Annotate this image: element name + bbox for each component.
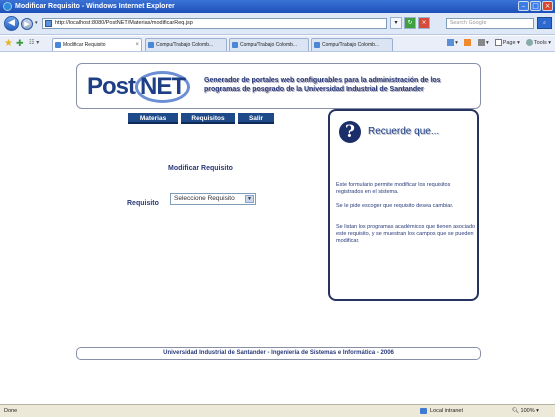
security-zone[interactable]: Local intranet (420, 405, 463, 417)
tab-computrabajo-1[interactable]: Compu/Trabajo Colomb... (145, 38, 227, 51)
print-icon (477, 39, 485, 46)
address-dropdown-icon[interactable]: ▾ (390, 17, 402, 29)
page-menu-button[interactable]: Page ▾ (494, 39, 520, 46)
banner-tagline: Generador de portales web configurables … (204, 77, 441, 93)
home-button[interactable]: ▾ (447, 39, 458, 46)
logo-ring-text: NET (135, 71, 191, 103)
menu-materias-button[interactable]: Materias (128, 113, 178, 124)
close-tab-icon[interactable]: × (135, 39, 139, 51)
tab-label: Compu/Trabajo Colomb... (322, 42, 380, 48)
main-menu: Materias Requisitos Salir (128, 113, 274, 124)
add-favorites-icon[interactable]: ✚ (16, 39, 24, 49)
page-icon (45, 20, 52, 27)
page-icon (55, 42, 61, 48)
tab-toolbar: ★ ✚ ☷ ▾ Modificar Requisito × Compu/Trab… (0, 36, 555, 52)
logo-text: Post (87, 73, 136, 100)
command-bar: ▾ ▾ Page ▾ Tools ▾ (447, 39, 551, 46)
help-text-1: Este formulario permite modificar los re… (336, 182, 451, 195)
help-panel: ? Recuerde que... Este formulario permit… (328, 109, 479, 301)
tab-list-icon[interactable]: ☷ ▾ (29, 39, 39, 46)
menu-requisitos-button[interactable]: Requisitos (181, 113, 235, 124)
tab-computrabajo-3[interactable]: Compu/Trabajo Colomb... (311, 38, 393, 51)
gear-icon (525, 39, 533, 46)
help-title: Recuerde que... (368, 126, 440, 137)
intranet-icon (420, 408, 427, 414)
question-icon: ? (339, 121, 361, 143)
page-content: Post NET Generador de portales web config… (0, 53, 555, 404)
stop-icon[interactable]: × (418, 17, 430, 29)
help-text-3: Se listan los programas académicos que t… (336, 224, 476, 244)
tab-modificar-requisito[interactable]: Modificar Requisito × (52, 38, 142, 51)
address-actions: ▾ ↻ × (390, 17, 430, 29)
maximize-icon[interactable]: □ (530, 1, 541, 11)
favorites-star-icon[interactable]: ★ (4, 39, 13, 49)
search-input[interactable]: Search Google (446, 18, 534, 29)
status-bar: Done Local intranet 🔍︎ 100% ▾ (0, 404, 555, 417)
page-icon (314, 42, 320, 48)
page-icon (494, 39, 502, 46)
page-footer: Universidad Industrial de Santander - In… (76, 347, 481, 360)
search-placeholder: Search Google (450, 20, 487, 26)
back-button[interactable]: ◀ (4, 16, 19, 31)
refresh-icon[interactable]: ↻ (404, 17, 416, 29)
tab-label: Compu/Trabajo Colomb... (240, 42, 298, 48)
address-toolbar: ◀ ▶ ▾ http://localhost:8080/PostNET/Mate… (0, 13, 555, 35)
requisito-label: Requisito (127, 200, 159, 207)
zoom-label: 100% (520, 408, 535, 414)
form-title: Modificar Requisito (168, 165, 233, 172)
window-controls: – □ × (518, 1, 553, 11)
search-provider-icon[interactable]: ⌕ (537, 17, 552, 29)
feeds-button[interactable] (463, 39, 472, 46)
zoom-icon: 🔍︎ (512, 408, 519, 414)
status-text: Done (4, 408, 18, 414)
print-button[interactable]: ▾ (477, 39, 489, 46)
forward-button[interactable]: ▶ (21, 18, 33, 30)
window-title: Modificar Requisito - Windows Internet E… (15, 3, 175, 10)
ie-logo-icon (3, 2, 12, 11)
window-titlebar: Modificar Requisito - Windows Internet E… (0, 0, 555, 13)
requisito-select-value: Seleccione Requisito (174, 195, 235, 202)
page-menu-label: Page (502, 39, 516, 46)
history-dropdown-icon[interactable]: ▾ (35, 20, 38, 26)
help-text-2: Se le pide escoger que requisito desea c… (336, 203, 454, 209)
header-banner: Post NET Generador de portales web config… (76, 63, 481, 109)
zoom-level[interactable]: 🔍︎ 100% ▾ (512, 405, 539, 417)
minimize-icon[interactable]: – (518, 1, 529, 11)
zone-label: Local intranet (430, 408, 464, 414)
address-input[interactable]: http://localhost:8080/PostNET/Materias/m… (42, 18, 387, 29)
address-url: http://localhost:8080/PostNET/Materias/m… (55, 20, 193, 26)
tab-computrabajo-2[interactable]: Compu/Trabajo Colomb... (229, 38, 309, 51)
postnet-logo: Post NET (87, 70, 205, 104)
tools-menu-button[interactable]: Tools ▾ (525, 39, 551, 46)
page-icon (232, 42, 238, 48)
chevron-down-icon[interactable]: ▼ (245, 195, 254, 203)
close-icon[interactable]: × (542, 1, 553, 11)
tab-label: Compu/Trabajo Colomb... (156, 42, 214, 48)
menu-salir-button[interactable]: Salir (238, 113, 274, 124)
requisito-select[interactable]: Seleccione Requisito ▼ (170, 193, 256, 205)
feeds-icon (463, 39, 471, 46)
tools-menu-label: Tools (533, 39, 547, 46)
page-icon (148, 42, 154, 48)
tab-label: Modificar Requisito (63, 42, 106, 48)
home-icon (447, 39, 455, 46)
